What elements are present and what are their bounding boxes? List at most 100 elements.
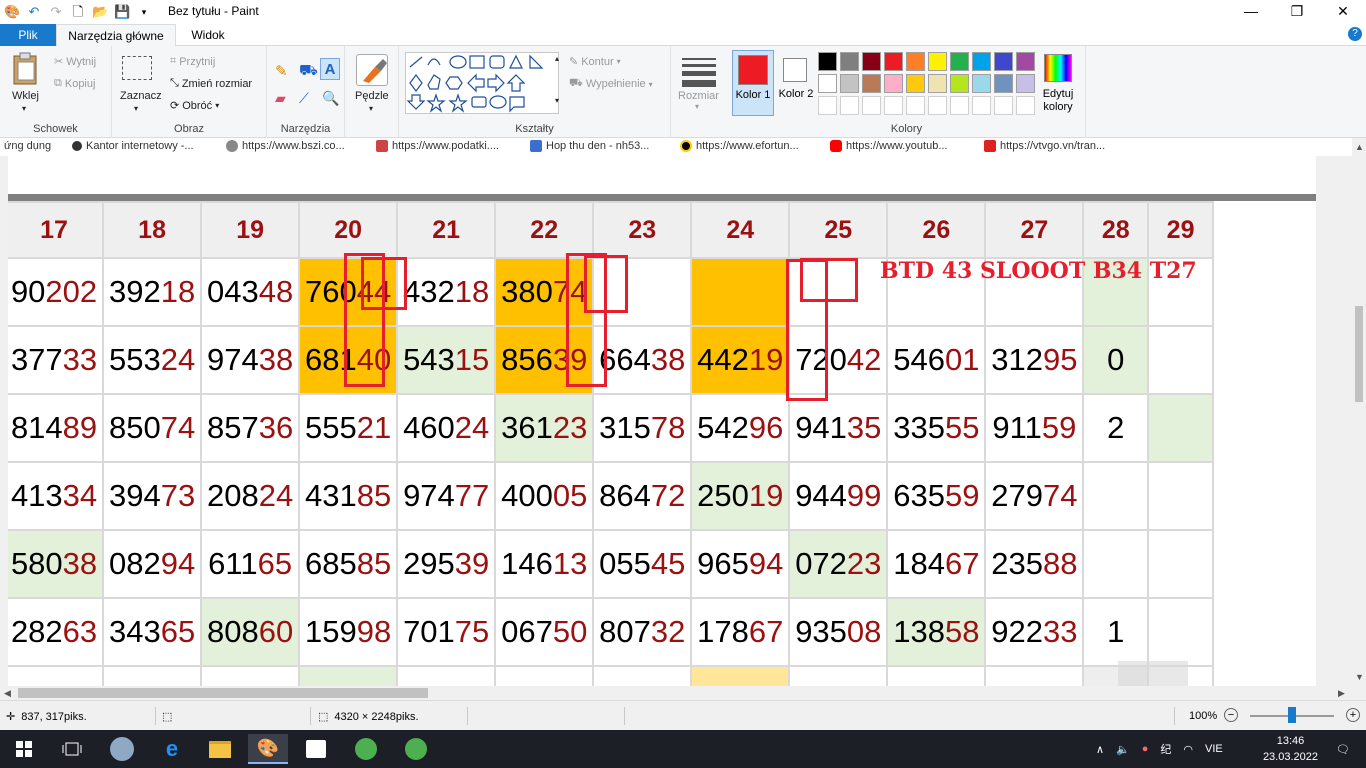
- palette-color-swatch[interactable]: [818, 52, 837, 71]
- minimize-button[interactable]: —: [1228, 0, 1274, 24]
- palette-color-swatch[interactable]: [950, 74, 969, 93]
- edit-colors-button[interactable]: Edytuj kolory: [1036, 50, 1080, 116]
- zoom-slider-thumb[interactable]: [1288, 707, 1296, 723]
- fill-bucket-icon[interactable]: ⛟: [299, 62, 318, 81]
- crop-button[interactable]: Przytnij: [179, 56, 215, 68]
- store-icon[interactable]: [296, 734, 336, 764]
- eraser-icon[interactable]: ▰: [275, 90, 286, 107]
- tab-home[interactable]: Narzędzia główne: [56, 24, 176, 47]
- palette-color-swatch[interactable]: [840, 52, 859, 71]
- size-button[interactable]: Rozmiar: [678, 90, 719, 102]
- palette-color-swatch[interactable]: [928, 74, 947, 93]
- app-green-icon-2[interactable]: [396, 734, 436, 764]
- speedtest-icon[interactable]: [102, 734, 142, 764]
- canvas-area[interactable]: 1617181920212223242526272829444090202392…: [0, 156, 1352, 686]
- color2-button[interactable]: Kolor 2: [776, 50, 816, 116]
- outline-button[interactable]: Kontur: [581, 56, 613, 68]
- fill-button[interactable]: Wypełnienie: [586, 78, 646, 90]
- palette-color-swatch[interactable]: [950, 52, 969, 71]
- volume-icon[interactable]: 🔈: [1116, 743, 1130, 756]
- magnifier-icon[interactable]: 🔍: [322, 90, 339, 107]
- palette-color-swatch[interactable]: [1016, 74, 1035, 93]
- shapes-more-icon[interactable]: ▾: [555, 96, 559, 105]
- maximize-button[interactable]: ❐: [1274, 0, 1320, 24]
- ime-icon[interactable]: 纪: [1160, 741, 1171, 757]
- pencil-icon[interactable]: ✎: [275, 62, 288, 80]
- horizontal-scroll-thumb[interactable]: [18, 688, 428, 698]
- scroll-up-icon[interactable]: ▲: [1355, 142, 1364, 152]
- palette-color-swatch[interactable]: [862, 74, 881, 93]
- palette-color-swatch[interactable]: [928, 52, 947, 71]
- palette-color-swatch[interactable]: [994, 52, 1013, 71]
- palette-color-swatch[interactable]: [972, 74, 991, 93]
- select-dropdown-icon[interactable]: ▾: [134, 104, 138, 113]
- horizontal-scrollbar[interactable]: ◀ ▶: [0, 686, 1366, 700]
- open-file-icon[interactable]: 📂: [92, 4, 108, 20]
- tab-file[interactable]: Plik: [0, 24, 56, 46]
- file-explorer-icon[interactable]: [200, 734, 240, 764]
- custom-color-slot[interactable]: [994, 96, 1013, 115]
- select-icon[interactable]: [122, 56, 152, 80]
- palette-color-swatch[interactable]: [884, 52, 903, 71]
- shapes-gallery[interactable]: [405, 52, 559, 114]
- paint-taskbar-icon[interactable]: 🎨: [248, 734, 288, 764]
- brushes-button[interactable]: Pędzle: [355, 90, 389, 102]
- custom-color-slot[interactable]: [928, 96, 947, 115]
- brush-icon[interactable]: [356, 54, 388, 86]
- paste-button[interactable]: Wklej: [12, 90, 39, 102]
- app-green-icon-1[interactable]: [346, 734, 386, 764]
- customize-quick-access-icon[interactable]: ▾: [136, 4, 152, 20]
- edge-icon[interactable]: e: [152, 734, 192, 764]
- palette-color-swatch[interactable]: [972, 52, 991, 71]
- palette-color-swatch[interactable]: [840, 74, 859, 93]
- rotate-button[interactable]: Obróć: [182, 100, 212, 112]
- resize-button[interactable]: Zmień rozmiar: [182, 78, 252, 90]
- close-button[interactable]: ✕: [1320, 0, 1366, 24]
- palette-color-swatch[interactable]: [906, 74, 925, 93]
- size-icon[interactable]: [682, 58, 716, 87]
- select-button[interactable]: Zaznacz: [120, 90, 162, 102]
- new-file-icon[interactable]: 🗋: [70, 4, 86, 20]
- save-icon[interactable]: 💾: [114, 4, 130, 20]
- cut-button[interactable]: Wytnij: [66, 56, 96, 68]
- custom-color-slot[interactable]: [972, 96, 991, 115]
- paste-dropdown-icon[interactable]: ▾: [22, 104, 26, 113]
- vertical-scroll-thumb[interactable]: [1355, 306, 1363, 402]
- custom-color-slot[interactable]: [1016, 96, 1035, 115]
- tab-view[interactable]: Widok: [176, 24, 240, 46]
- shapes-scroll-up-icon[interactable]: ▴: [555, 54, 559, 63]
- zoom-in-button[interactable]: +: [1346, 708, 1360, 722]
- custom-color-slot[interactable]: [840, 96, 859, 115]
- start-button[interactable]: [4, 734, 44, 764]
- paint-app-icon[interactable]: 🎨: [4, 4, 20, 20]
- undo-icon[interactable]: ↶: [26, 4, 42, 20]
- color-picker-icon[interactable]: ⟋: [299, 90, 309, 107]
- custom-color-slot[interactable]: [884, 96, 903, 115]
- custom-color-slot[interactable]: [862, 96, 881, 115]
- paste-icon[interactable]: [10, 52, 42, 85]
- palette-color-swatch[interactable]: [818, 74, 837, 93]
- custom-color-slot[interactable]: [906, 96, 925, 115]
- palette-color-swatch[interactable]: [884, 74, 903, 93]
- task-view-icon[interactable]: [52, 734, 92, 764]
- wifi-icon[interactable]: ◠: [1183, 743, 1193, 756]
- palette-color-swatch[interactable]: [1016, 52, 1035, 71]
- text-tool-icon[interactable]: A: [320, 58, 340, 80]
- palette-color-swatch[interactable]: [862, 52, 881, 71]
- help-icon[interactable]: ?: [1348, 27, 1362, 41]
- brushes-dropdown-icon[interactable]: ▾: [369, 104, 373, 113]
- size-dropdown-icon[interactable]: ▾: [695, 102, 699, 111]
- pasted-image[interactable]: 1617181920212223242526272829444090202392…: [8, 156, 1316, 686]
- vertical-scrollbar[interactable]: ▲ ▼: [1352, 138, 1366, 686]
- custom-color-slot[interactable]: [818, 96, 837, 115]
- scroll-left-icon[interactable]: ◀: [4, 688, 11, 699]
- copy-button[interactable]: Kopiuj: [65, 78, 96, 90]
- zoom-out-button[interactable]: −: [1224, 708, 1238, 722]
- notifications-icon[interactable]: 🗨: [1336, 730, 1350, 768]
- palette-color-swatch[interactable]: [906, 52, 925, 71]
- scroll-down-icon[interactable]: ▼: [1355, 672, 1364, 682]
- network-icon[interactable]: ●: [1142, 743, 1149, 755]
- show-hidden-icons[interactable]: ∧: [1096, 743, 1104, 756]
- clock[interactable]: 13:46 23.03.2022: [1263, 733, 1318, 765]
- palette-color-swatch[interactable]: [994, 74, 1013, 93]
